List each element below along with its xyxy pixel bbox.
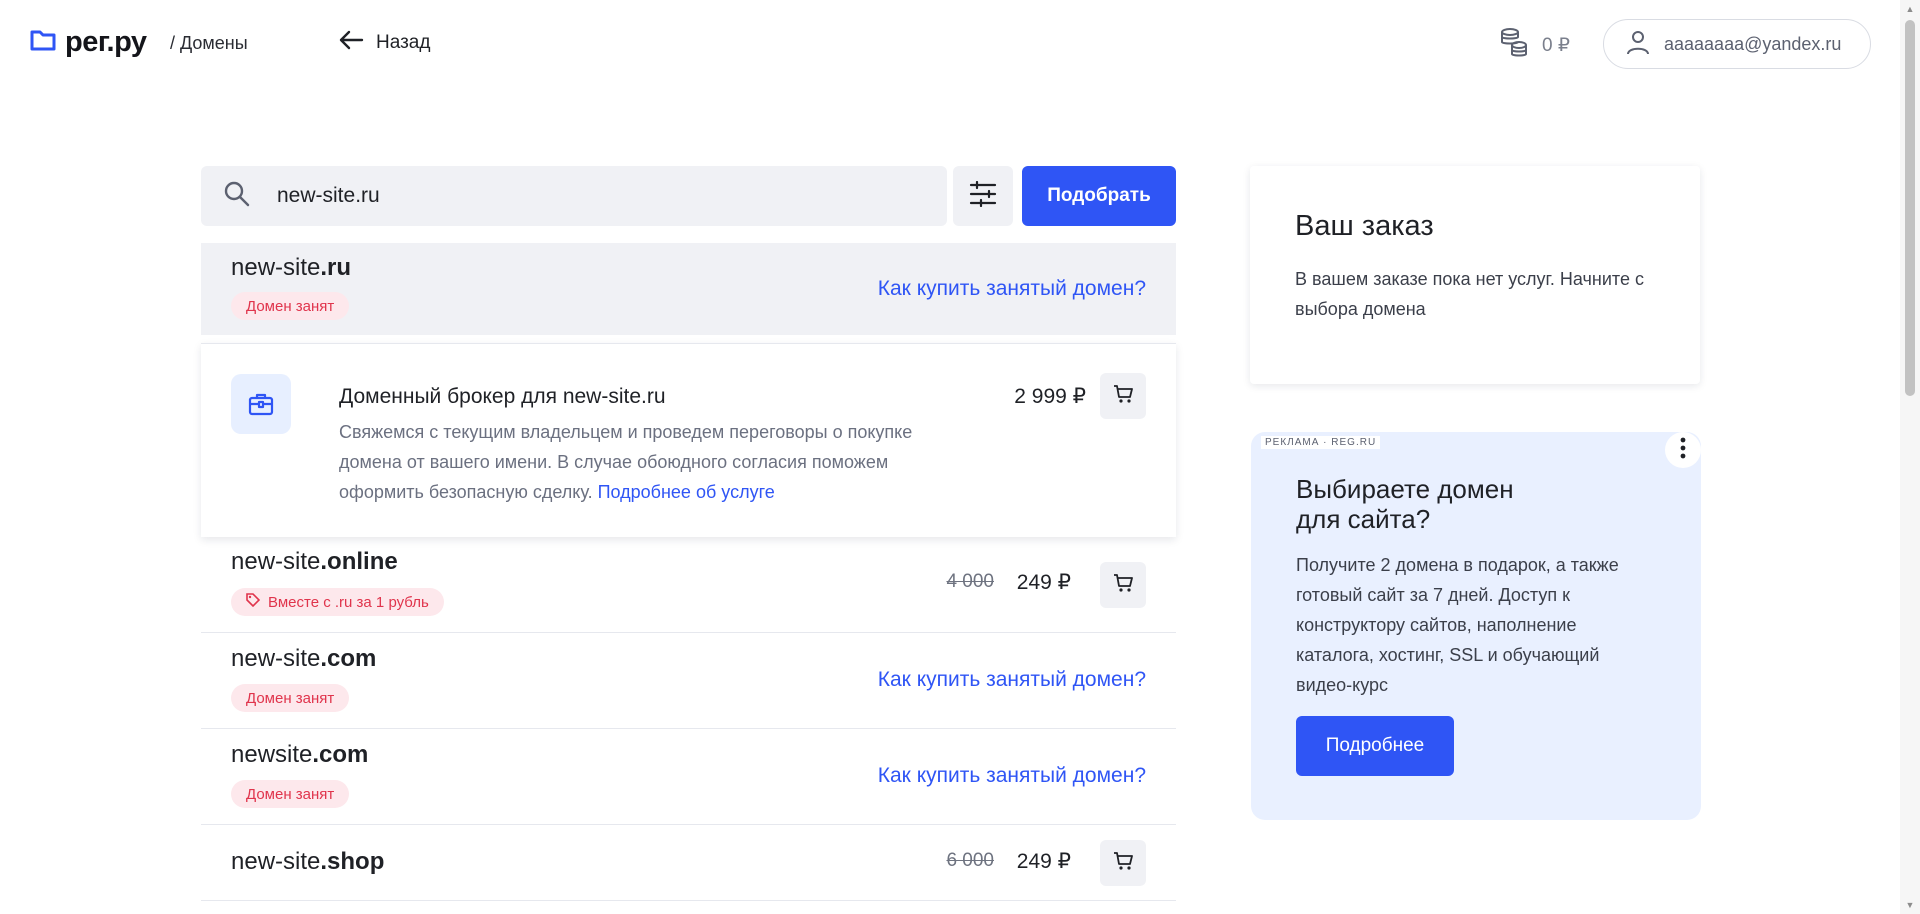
broker-more-link[interactable]: Подробнее об услуге	[598, 482, 775, 502]
order-title: Ваш заказ	[1295, 210, 1434, 242]
ad-title-line2: для сайта?	[1296, 504, 1431, 534]
search-box	[201, 166, 947, 226]
header: рег.ру / Домены Назад 0 ₽ aaaaaaaa@yande…	[0, 0, 1900, 88]
breadcrumb[interactable]: / Домены	[170, 33, 248, 54]
how-to-buy-link[interactable]: Как купить занятый домен?	[878, 764, 1146, 788]
briefcase-icon	[231, 374, 291, 434]
cart-icon	[1113, 384, 1133, 409]
how-to-buy-link[interactable]: Как купить занятый домен?	[878, 668, 1146, 692]
domain-base: new-site	[231, 848, 321, 875]
add-to-cart-button[interactable]	[1100, 840, 1146, 886]
logo-text: рег.ру	[65, 26, 147, 58]
search-icon	[223, 180, 251, 213]
add-to-cart-button[interactable]	[1100, 562, 1146, 608]
logo[interactable]: рег.ру	[29, 26, 147, 59]
promo-badge-text: Вместе с .ru за 1 рубль	[268, 593, 429, 611]
domain-name: new-site.online	[231, 548, 398, 576]
domain-base: newsite	[231, 741, 313, 768]
coins-icon	[1500, 27, 1528, 63]
scroll-thumb[interactable]	[1905, 20, 1915, 396]
scroll-down-arrow-icon[interactable]: ▼	[1905, 899, 1915, 911]
domain-base: new-site	[231, 254, 321, 281]
user-email: aaaaaaaa@yandex.ru	[1664, 33, 1842, 54]
ad-label: РЕКЛАМА · REG.RU	[1261, 436, 1381, 449]
search-submit-button[interactable]: Подобрать	[1022, 166, 1176, 226]
broker-description: Свяжемся с текущим владельцем и проведем…	[339, 417, 949, 507]
old-price: 4 000	[946, 571, 994, 592]
balance[interactable]: 0 ₽	[1500, 27, 1570, 63]
ad-menu-button[interactable]	[1665, 432, 1701, 468]
domain-row-new-site-ru: new-site.ru Домен занят Как купить занят…	[201, 243, 1176, 335]
price: 249 ₽	[1016, 571, 1071, 594]
how-to-buy-link[interactable]: Как купить занятый домен?	[878, 277, 1146, 301]
broker-price: 2 999 ₽	[1014, 385, 1086, 408]
balance-value: 0 ₽	[1542, 34, 1570, 56]
scroll-up-arrow-icon[interactable]: ▲	[1905, 3, 1915, 15]
back-button[interactable]: Назад	[338, 30, 430, 56]
broker-offer: Доменный брокер для new-site.ru Свяжемся…	[201, 343, 1176, 537]
add-to-cart-button[interactable]	[1100, 373, 1146, 419]
domain-name: new-site.shop	[231, 848, 384, 876]
back-label: Назад	[376, 32, 431, 53]
arrow-left-icon	[338, 30, 364, 56]
broker-title: Доменный брокер для new-site.ru	[339, 385, 666, 408]
tag-icon	[246, 593, 261, 611]
domain-zone: .online	[320, 548, 398, 575]
ad-text: Получите 2 домена в подарок, а также гот…	[1296, 555, 1619, 695]
ad-banner: РЕКЛАМА · REG.RU Выбираете домен для сайт…	[1251, 432, 1701, 820]
sliders-icon	[969, 180, 997, 212]
filter-button[interactable]	[953, 166, 1013, 226]
status-badge: Домен занят	[231, 780, 350, 808]
ad-title: Выбираете домен для сайта?	[1296, 474, 1596, 534]
domain-row-new-site-shop: new-site.shop 6 000 249 ₽	[201, 825, 1176, 901]
scrollbar[interactable]: ▲ ▼	[1900, 0, 1920, 914]
user-menu[interactable]: aaaaaaaa@yandex.ru	[1603, 19, 1871, 69]
domain-name: newsite.com	[231, 741, 368, 769]
cart-icon	[1113, 851, 1133, 876]
domain-base: new-site	[231, 645, 321, 672]
more-vertical-icon	[1680, 437, 1686, 464]
order-summary: Ваш заказ В вашем заказе пока нет услуг.…	[1250, 166, 1700, 384]
user-icon	[1626, 29, 1650, 60]
search-input[interactable]	[277, 184, 877, 208]
domain-zone: .com	[312, 741, 369, 768]
domain-name: new-site.com	[231, 645, 376, 673]
status-badge: Домен занят	[231, 292, 350, 320]
domain-base: new-site	[231, 548, 321, 575]
promo-badge: Вместе с .ru за 1 рубль	[231, 588, 444, 616]
ad-more-button[interactable]: Подробнее	[1296, 716, 1454, 776]
old-price: 6 000	[946, 850, 994, 871]
domain-zone: .shop	[320, 848, 385, 875]
cart-icon	[1113, 573, 1133, 598]
domain-zone: .com	[320, 645, 377, 672]
folder-icon	[29, 28, 57, 57]
ad-title-line1: Выбираете домен	[1296, 474, 1514, 504]
domain-zone: .ru	[320, 254, 352, 281]
domain-row-newsite-com: newsite.com Домен занят Как купить занят…	[201, 729, 1176, 825]
price: 249 ₽	[1016, 850, 1071, 873]
domain-row-new-site-com: new-site.com Домен занят Как купить заня…	[201, 633, 1176, 729]
results-list: new-site.ru Домен занят Как купить занят…	[201, 243, 1176, 901]
domain-name: new-site.ru	[231, 254, 351, 282]
status-badge: Домен занят	[231, 684, 350, 712]
order-empty-text: В вашем заказе пока нет услуг. Начните с…	[1295, 269, 1644, 319]
domain-row-new-site-online: new-site.online Вместе с .ru за 1 рубль …	[201, 537, 1176, 633]
